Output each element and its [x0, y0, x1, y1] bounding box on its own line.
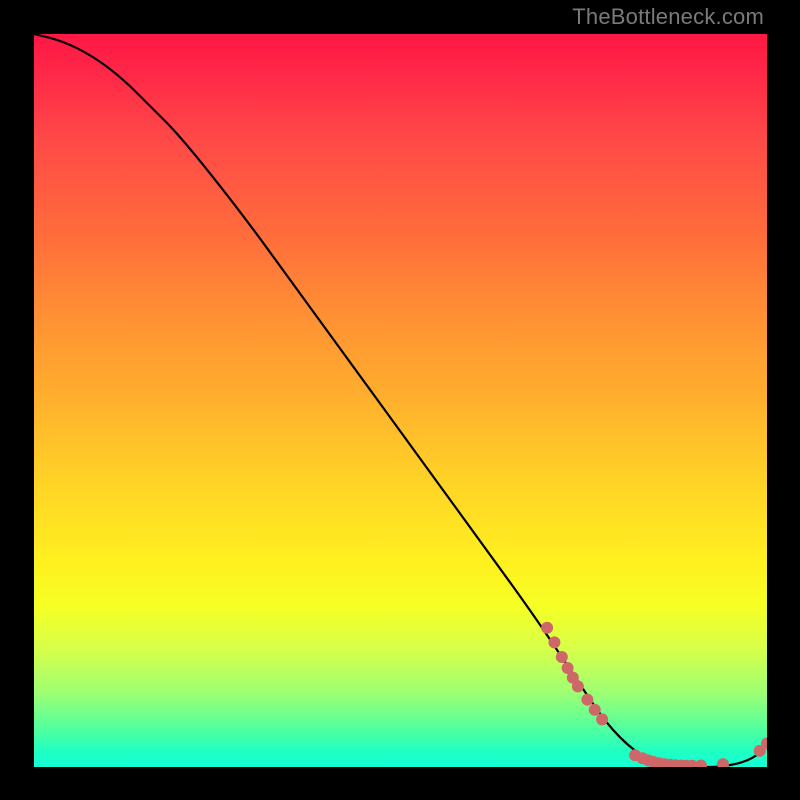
data-marker [596, 713, 608, 725]
data-marker [556, 651, 568, 663]
chart-container: TheBottleneck.com [0, 0, 800, 800]
bottleneck-curve-line [34, 34, 767, 767]
data-marker [581, 694, 593, 706]
data-marker [541, 622, 553, 634]
data-marker [548, 636, 560, 648]
data-marker [572, 680, 584, 692]
chart-overlay [34, 34, 767, 767]
data-markers-group [541, 622, 767, 767]
data-marker [695, 760, 707, 768]
watermark-text: TheBottleneck.com [572, 4, 764, 30]
data-marker [717, 758, 729, 767]
data-marker [589, 704, 601, 716]
